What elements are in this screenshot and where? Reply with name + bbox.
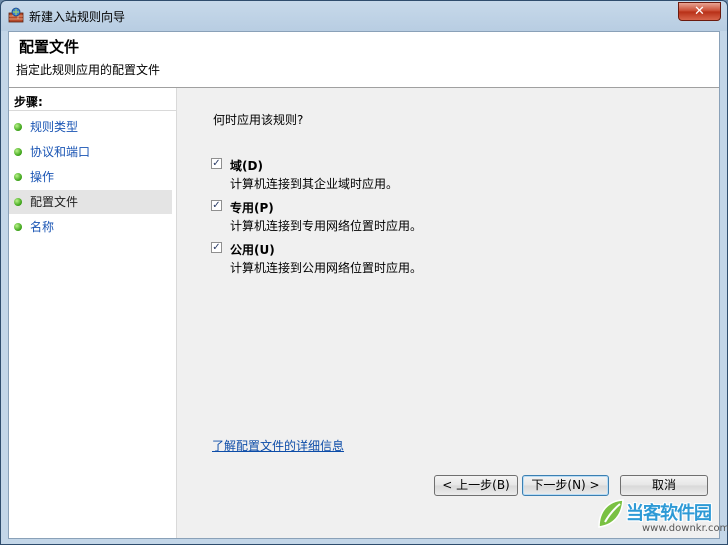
- option-domain: ✓ 域(D) 计算机连接到其企业域时应用。: [211, 157, 571, 195]
- private-checkbox[interactable]: ✓: [211, 200, 222, 211]
- sidebar-item-rule-type[interactable]: 规则类型: [9, 115, 172, 139]
- public-checkbox[interactable]: ✓: [211, 242, 222, 253]
- steps-sidebar: 步骤: 规则类型 协议和端口 操作 配置文件 名称: [9, 88, 177, 538]
- title-bar[interactable]: 新建入站规则向导 ✕: [1, 1, 727, 31]
- public-description: 计算机连接到公用网络位置时应用。: [230, 261, 423, 275]
- step-bullet-icon: [14, 198, 22, 206]
- sidebar-item-label: 配置文件: [30, 195, 79, 209]
- watermark-brand: 当客软件园: [626, 503, 712, 524]
- step-bullet-icon: [14, 223, 22, 231]
- window-title: 新建入站规则向导: [29, 10, 126, 24]
- step-bullet-icon: [14, 148, 22, 156]
- close-button[interactable]: ✕: [678, 2, 721, 21]
- checkmark-icon: ✓: [212, 200, 221, 211]
- back-button[interactable]: < 上一步(B): [434, 475, 518, 496]
- wizard-content: 何时应用该规则? ✓ 域(D) 计算机连接到其企业域时应用。 ✓ 专用(P) 计…: [177, 88, 719, 538]
- sidebar-item-label: 操作: [30, 170, 55, 184]
- sidebar-item-profile[interactable]: 配置文件: [9, 190, 172, 214]
- step-bullet-icon: [14, 173, 22, 181]
- step-bullet-icon: [14, 123, 22, 131]
- brand-logo-icon: [598, 499, 624, 528]
- learn-more-link[interactable]: 了解配置文件的详细信息: [212, 437, 344, 454]
- wizard-window: 新建入站规则向导 ✕ 配置文件 指定此规则应用的配置文件 步骤: 规则类型 协议…: [0, 0, 728, 545]
- private-label[interactable]: 专用(P): [230, 199, 274, 216]
- option-public: ✓ 公用(U) 计算机连接到公用网络位置时应用。: [211, 241, 571, 279]
- sidebar-item-protocol-port[interactable]: 协议和端口: [9, 140, 172, 164]
- domain-description: 计算机连接到其企业域时应用。: [230, 177, 399, 191]
- page-title: 配置文件: [19, 38, 80, 56]
- sidebar-item-action[interactable]: 操作: [9, 165, 172, 189]
- sidebar-item-label: 协议和端口: [30, 145, 91, 159]
- domain-label[interactable]: 域(D): [230, 157, 263, 174]
- steps-heading: 步骤:: [14, 95, 43, 109]
- watermark-url: www.downkr.com: [642, 523, 728, 534]
- watermark: 当客软件园 www.downkr.com: [596, 493, 728, 545]
- domain-checkbox[interactable]: ✓: [211, 158, 222, 169]
- sidebar-item-label: 规则类型: [30, 120, 79, 134]
- sidebar-item-name[interactable]: 名称: [9, 215, 172, 239]
- wizard-client-area: 配置文件 指定此规则应用的配置文件 步骤: 规则类型 协议和端口 操作 配置文件: [8, 31, 720, 539]
- checkmark-icon: ✓: [212, 242, 221, 253]
- steps-divider: [9, 110, 177, 111]
- checkmark-icon: ✓: [212, 158, 221, 169]
- wizard-header: 配置文件 指定此规则应用的配置文件: [9, 32, 719, 88]
- private-description: 计算机连接到专用网络位置时应用。: [230, 219, 423, 233]
- public-label[interactable]: 公用(U): [230, 241, 275, 258]
- sidebar-item-label: 名称: [30, 220, 55, 234]
- option-private: ✓ 专用(P) 计算机连接到专用网络位置时应用。: [211, 199, 571, 237]
- firewall-icon: [8, 7, 24, 23]
- page-subtitle: 指定此规则应用的配置文件: [16, 63, 161, 77]
- question-label: 何时应用该规则?: [213, 113, 304, 127]
- close-icon: ✕: [694, 4, 705, 19]
